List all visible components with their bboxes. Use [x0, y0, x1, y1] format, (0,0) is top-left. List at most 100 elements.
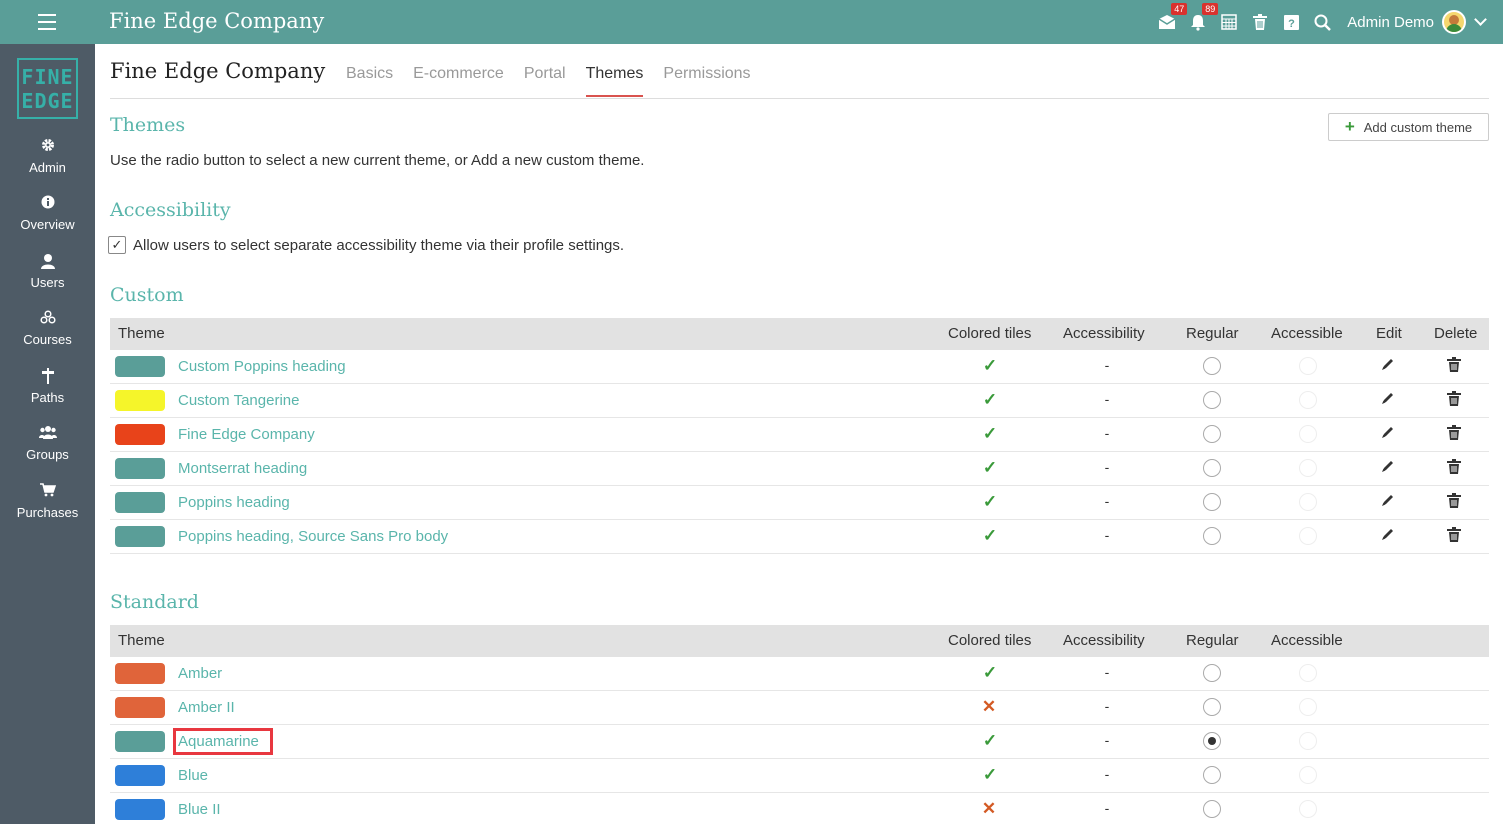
sidebar-item-courses[interactable]: Courses: [0, 310, 95, 347]
edit-pencil-icon[interactable]: [1378, 357, 1398, 377]
column-accessible: Accessible: [1271, 325, 1343, 342]
sidebar-item-label: Paths: [30, 390, 65, 405]
accessibility-checkbox[interactable]: ✓: [108, 236, 126, 254]
menu-icon[interactable]: [38, 14, 56, 30]
delete-trash-icon[interactable]: [1444, 493, 1464, 513]
delete-trash-icon[interactable]: [1444, 527, 1464, 547]
regular-theme-radio[interactable]: [1203, 459, 1221, 477]
logo[interactable]: FINE EDGE: [17, 58, 78, 119]
avatar[interactable]: [1442, 10, 1466, 34]
theme-name-link[interactable]: Poppins heading, Source Sans Pro body: [178, 528, 448, 545]
accessibility-value: -: [1104, 664, 1110, 680]
theme-name-link[interactable]: Amber II: [178, 699, 235, 716]
check-icon: ✓: [982, 731, 998, 750]
courses-icon: [0, 310, 95, 328]
check-icon: ✓: [982, 458, 998, 477]
notifications-icon[interactable]: 89: [1188, 3, 1219, 32]
regular-theme-radio[interactable]: [1203, 425, 1221, 443]
chevron-down-icon[interactable]: [1474, 13, 1487, 26]
sidebar-item-overview[interactable]: Overview: [0, 195, 95, 232]
column-colored-tiles: Colored tiles: [948, 325, 1032, 342]
accessible-theme-radio: [1299, 527, 1317, 545]
table-row: Custom Tangerine ✓ -: [110, 384, 1489, 418]
accessible-theme-radio: [1299, 766, 1317, 784]
inbox-icon[interactable]: 47: [1157, 3, 1188, 32]
edit-pencil-icon[interactable]: [1378, 459, 1398, 479]
accessible-theme-radio: [1299, 391, 1317, 409]
theme-name-link[interactable]: Blue: [178, 767, 208, 784]
column-regular: Regular: [1186, 632, 1239, 649]
table-row: Blue II ✕ -: [110, 793, 1489, 824]
standard-themes-table: Theme Colored tiles Accessibility Regula…: [110, 625, 1489, 824]
theme-name-link[interactable]: Blue II: [178, 801, 221, 818]
accessibility-value: -: [1104, 766, 1110, 782]
tab-ecommerce[interactable]: E-commerce: [413, 65, 504, 97]
sidebar-item-purchases[interactable]: Purchases: [0, 483, 95, 520]
theme-name-link[interactable]: Fine Edge Company: [178, 426, 315, 443]
tab-basics[interactable]: Basics: [346, 65, 393, 97]
delete-trash-icon[interactable]: [1444, 391, 1464, 411]
accessibility-value: -: [1104, 732, 1110, 748]
regular-theme-radio[interactable]: [1203, 664, 1221, 682]
accessibility-value: -: [1104, 698, 1110, 714]
add-custom-theme-button[interactable]: + Add custom theme: [1328, 113, 1489, 141]
regular-theme-radio[interactable]: [1203, 391, 1221, 409]
theme-name-link[interactable]: Poppins heading: [178, 494, 290, 511]
tab-themes[interactable]: Themes: [585, 65, 644, 97]
accessible-theme-radio: [1299, 800, 1317, 818]
delete-trash-icon[interactable]: [1444, 425, 1464, 445]
theme-name-link[interactable]: Aquamarine: [173, 728, 273, 755]
theme-name-link[interactable]: Montserrat heading: [178, 460, 307, 477]
gear-icon: [0, 138, 95, 156]
delete-trash-icon[interactable]: [1444, 459, 1464, 479]
table-row: Custom Poppins heading ✓ -: [110, 350, 1489, 384]
theme-color-swatch: [115, 390, 165, 411]
regular-theme-radio[interactable]: [1203, 698, 1221, 716]
sidebar-item-label: Users: [30, 275, 65, 290]
column-regular: Regular: [1186, 325, 1239, 342]
signpost-icon: [0, 368, 95, 386]
info-icon: [0, 195, 95, 213]
regular-theme-radio[interactable]: [1203, 766, 1221, 784]
regular-theme-radio[interactable]: [1203, 493, 1221, 511]
column-accessibility: Accessibility: [1063, 325, 1145, 342]
column-accessibility: Accessibility: [1063, 632, 1145, 649]
table-row: Amber II ✕ -: [110, 691, 1489, 725]
tab-permissions[interactable]: Permissions: [663, 65, 750, 97]
check-icon: ✓: [982, 424, 998, 443]
search-icon[interactable]: [1312, 12, 1332, 32]
column-delete: Delete: [1434, 325, 1478, 342]
user-name[interactable]: Admin Demo: [1347, 14, 1434, 31]
cross-icon: ✕: [981, 697, 997, 716]
regular-theme-radio[interactable]: [1203, 527, 1221, 545]
custom-heading: Custom: [110, 284, 184, 306]
accessibility-value: -: [1104, 493, 1110, 509]
theme-name-link[interactable]: Amber: [178, 665, 222, 682]
edit-pencil-icon[interactable]: [1378, 391, 1398, 411]
top-toolbar: 47 89 ? Admin Demo: [1157, 0, 1503, 44]
edit-pencil-icon[interactable]: [1378, 493, 1398, 513]
help-icon[interactable]: ?: [1281, 12, 1301, 32]
sidebar-item-groups[interactable]: Groups: [0, 425, 95, 462]
trash-icon[interactable]: [1250, 12, 1270, 32]
theme-name-link[interactable]: Custom Tangerine: [178, 392, 299, 409]
regular-theme-radio[interactable]: [1203, 800, 1221, 818]
theme-color-swatch: [115, 424, 165, 445]
table-row: Blue ✓ -: [110, 759, 1489, 793]
page-title: Fine Edge Company: [110, 59, 326, 83]
tab-portal[interactable]: Portal: [524, 65, 566, 97]
regular-theme-radio[interactable]: [1203, 357, 1221, 375]
theme-name-link[interactable]: Custom Poppins heading: [178, 358, 346, 375]
table-header: Theme Colored tiles Accessibility Regula…: [110, 318, 1489, 350]
edit-pencil-icon[interactable]: [1378, 527, 1398, 547]
sidebar-item-label: Courses: [23, 332, 72, 347]
accessibility-value: -: [1104, 425, 1110, 441]
sidebar-item-paths[interactable]: Paths: [0, 368, 95, 405]
calendar-icon[interactable]: [1219, 12, 1239, 32]
delete-trash-icon[interactable]: [1444, 357, 1464, 377]
svg-text:?: ?: [1288, 18, 1295, 30]
sidebar-item-users[interactable]: Users: [0, 253, 95, 290]
sidebar-item-admin[interactable]: Admin: [0, 138, 95, 175]
regular-theme-radio[interactable]: [1203, 732, 1221, 750]
edit-pencil-icon[interactable]: [1378, 425, 1398, 445]
